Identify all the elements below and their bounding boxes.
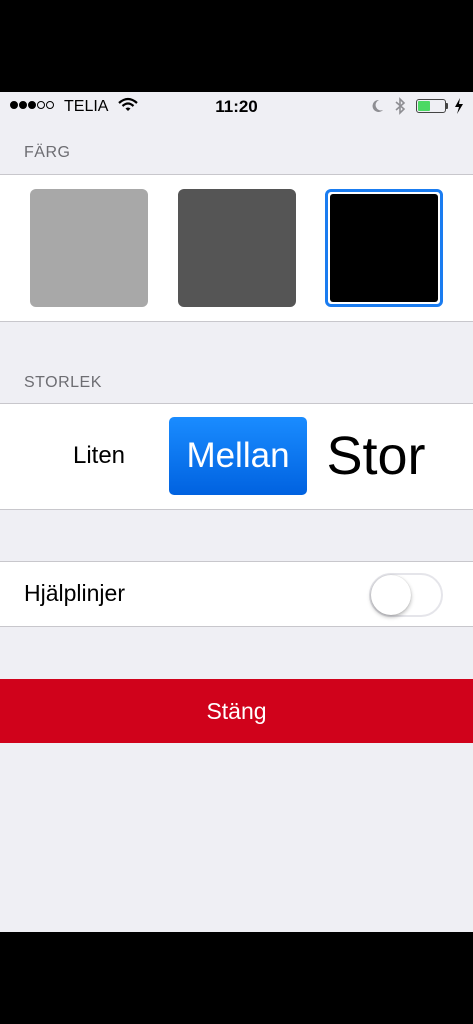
size-picker-group: Liten Mellan Stor	[0, 403, 473, 510]
color-picker-group	[0, 174, 473, 322]
status-bar: TELIA 11:20	[0, 92, 473, 122]
guides-label: Hjälplinjer	[24, 580, 125, 606]
color-swatch-light-gray[interactable]	[30, 189, 148, 307]
screen: TELIA 11:20 FÄRG STORLEK Liten Mellan St…	[0, 92, 473, 932]
color-swatch-dark-gray[interactable]	[178, 189, 296, 307]
guides-toggle[interactable]	[369, 573, 443, 617]
size-section-header: STORLEK	[24, 374, 102, 391]
do-not-disturb-icon	[370, 98, 384, 119]
battery-icon	[416, 99, 446, 113]
bluetooth-icon	[394, 97, 406, 120]
size-option-large[interactable]: Stor	[318, 417, 434, 495]
close-button[interactable]: Stäng	[0, 679, 473, 743]
size-option-small[interactable]: Liten	[50, 417, 148, 495]
size-option-medium[interactable]: Mellan	[169, 417, 307, 495]
guides-row: Hjälplinjer	[0, 561, 473, 627]
charging-icon	[454, 98, 464, 119]
color-swatch-black[interactable]	[325, 189, 443, 307]
toggle-knob	[371, 575, 411, 615]
battery-nub	[446, 103, 448, 109]
color-section-header: FÄRG	[24, 144, 71, 161]
